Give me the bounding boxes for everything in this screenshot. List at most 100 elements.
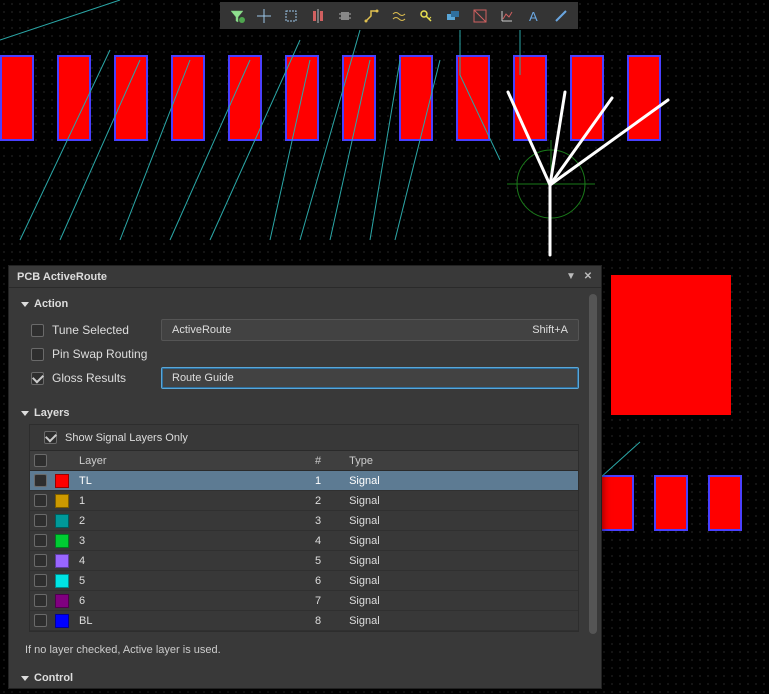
- pcb-pad[interactable]: [171, 55, 205, 141]
- tune-selected-checkbox[interactable]: [31, 324, 44, 337]
- activeroute-shortcut: Shift+A: [532, 324, 568, 336]
- pcb-pad[interactable]: [627, 55, 661, 141]
- layer-type: Signal: [343, 571, 578, 591]
- layers-footnote: If no layer checked, Active layer is use…: [21, 638, 579, 658]
- layer-type: Signal: [343, 611, 578, 631]
- key-icon[interactable]: [413, 4, 439, 27]
- section-title: Action: [34, 298, 68, 310]
- layer-num: 2: [291, 491, 327, 511]
- route-guide-button-label: Route Guide: [172, 372, 234, 384]
- panel-titlebar[interactable]: PCB ActiveRoute ▼ ✕: [9, 266, 601, 288]
- route-icon[interactable]: [359, 4, 385, 27]
- layer-num: 3: [291, 511, 327, 531]
- layer-num: 7: [291, 591, 327, 611]
- line-icon[interactable]: [548, 4, 574, 27]
- layer-row-checkbox[interactable]: [34, 554, 47, 567]
- col-layer[interactable]: Layer: [73, 451, 291, 471]
- layer-color-swatch[interactable]: [55, 514, 69, 528]
- layer-name: 2: [73, 511, 291, 531]
- layer-type: Signal: [343, 531, 578, 551]
- show-signal-layers-checkbox[interactable]: [44, 431, 57, 444]
- pcb-pad[interactable]: [342, 55, 376, 141]
- panel-title: PCB ActiveRoute: [17, 271, 107, 283]
- pcb-pad[interactable]: [228, 55, 262, 141]
- layers-check-all[interactable]: [34, 454, 47, 467]
- crosshair-icon[interactable]: [251, 4, 277, 27]
- diff-pair-icon[interactable]: [386, 4, 412, 27]
- layer-flip-icon[interactable]: [440, 4, 466, 27]
- layer-row-checkbox[interactable]: [34, 614, 47, 627]
- pcb-pad[interactable]: [600, 475, 634, 531]
- layer-color-swatch[interactable]: [55, 494, 69, 508]
- section-header-action[interactable]: Action: [17, 292, 583, 315]
- layer-name: BL: [73, 611, 291, 631]
- layer-row-checkbox[interactable]: [34, 594, 47, 607]
- rectangle-select-icon[interactable]: [278, 4, 304, 27]
- layer-color-swatch[interactable]: [55, 594, 69, 608]
- layer-row-checkbox[interactable]: [34, 574, 47, 587]
- pcb-pad[interactable]: [456, 55, 490, 141]
- pcb-pad[interactable]: [114, 55, 148, 141]
- route-guide-button[interactable]: Route Guide: [161, 367, 579, 389]
- collapse-icon: [21, 302, 29, 307]
- layer-row[interactable]: 23 Signal: [30, 511, 578, 531]
- pcb-pad[interactable]: [654, 475, 688, 531]
- layer-row-checkbox[interactable]: [34, 514, 47, 527]
- graph-icon[interactable]: [494, 4, 520, 27]
- layer-row[interactable]: BL8Signal: [30, 611, 578, 631]
- activeroute-panel: PCB ActiveRoute ▼ ✕ Action Tune Selected…: [8, 265, 602, 689]
- layer-color-swatch[interactable]: [55, 574, 69, 588]
- col-type[interactable]: Type: [343, 451, 578, 471]
- layer-row[interactable]: 67Signal: [30, 591, 578, 611]
- pcb-pad[interactable]: [399, 55, 433, 141]
- layer-row-checkbox[interactable]: [34, 534, 47, 547]
- measure-icon[interactable]: [467, 4, 493, 27]
- pcb-pad[interactable]: [57, 55, 91, 141]
- section-header-control[interactable]: Control: [17, 666, 583, 688]
- activeroute-button[interactable]: ActiveRoute Shift+A: [161, 319, 579, 341]
- pin-swap-label: Pin Swap Routing: [52, 347, 147, 361]
- col-num[interactable]: #: [291, 451, 327, 471]
- layers-table: Layer # Type TL1Signal12Signal23Signal34…: [30, 450, 578, 631]
- tune-selected-label: Tune Selected: [52, 323, 129, 337]
- layer-color-swatch[interactable]: [55, 554, 69, 568]
- panel-close-icon[interactable]: ✕: [581, 270, 595, 284]
- layer-name: 5: [73, 571, 291, 591]
- layer-row[interactable]: 12 Signal: [30, 491, 578, 511]
- align-icon[interactable]: [305, 4, 331, 27]
- activeroute-button-label: ActiveRoute: [172, 324, 231, 336]
- section-header-layers[interactable]: Layers: [17, 401, 583, 424]
- layer-color-swatch[interactable]: [55, 614, 69, 628]
- layer-type: Signal: [343, 491, 578, 511]
- collapse-icon: [21, 676, 29, 681]
- pcb-pad[interactable]: [513, 55, 547, 141]
- layer-name: TL: [73, 471, 291, 491]
- layer-row[interactable]: TL1 Signal: [30, 471, 578, 491]
- gloss-results-checkbox[interactable]: [31, 372, 44, 385]
- section-title: Layers: [34, 407, 69, 419]
- pcb-pad[interactable]: [570, 55, 604, 141]
- layer-name: 1: [73, 491, 291, 511]
- pcb-pad[interactable]: [285, 55, 319, 141]
- layer-row[interactable]: 34Signal: [30, 531, 578, 551]
- ic-icon[interactable]: [332, 4, 358, 27]
- layer-color-swatch[interactable]: [55, 534, 69, 548]
- filter-icon[interactable]: [224, 4, 250, 27]
- text-icon[interactable]: A: [521, 4, 547, 27]
- pin-swap-checkbox[interactable]: [31, 348, 44, 361]
- layer-row[interactable]: 45Signal: [30, 551, 578, 571]
- layer-num: 1: [291, 471, 327, 491]
- panel-scrollbar[interactable]: [589, 294, 597, 682]
- layer-type: Signal: [343, 511, 578, 531]
- layer-color-swatch[interactable]: [55, 474, 69, 488]
- pcb-pad[interactable]: [0, 55, 34, 141]
- show-signal-layers-label: Show Signal Layers Only: [65, 432, 188, 444]
- layer-row-checkbox[interactable]: [34, 494, 47, 507]
- panel-dropdown-icon[interactable]: ▼: [564, 270, 578, 284]
- layer-row-checkbox[interactable]: [34, 474, 47, 487]
- layer-row[interactable]: 56Signal: [30, 571, 578, 591]
- collapse-icon: [21, 411, 29, 416]
- pcb-pad[interactable]: [708, 475, 742, 531]
- layer-type: Signal: [343, 471, 578, 491]
- pcb-copper-region[interactable]: [611, 275, 731, 415]
